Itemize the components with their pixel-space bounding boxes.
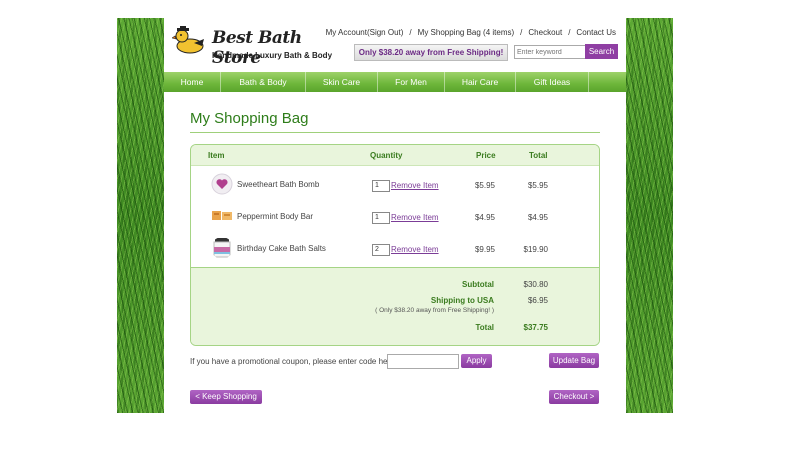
remove-item-link[interactable]: Remove Item (391, 181, 439, 190)
free-shipping-banner: Only $38.20 away from Free Shipping! (354, 44, 508, 61)
shipping-note: ( Only $38.20 away from Free Shipping! ) (375, 307, 494, 314)
column-header-price: Price (476, 151, 496, 160)
nav-item-bath-body[interactable]: Bath & Body (221, 72, 306, 92)
table-row: Peppermint Body Bar 1 Remove Item $4.95 … (191, 202, 599, 234)
column-header-total: Total (529, 151, 548, 160)
store-page: Best Bath Store Handmade Luxury Bath & B… (164, 18, 626, 413)
unit-price: $5.95 (474, 181, 495, 190)
page-title: My Shopping Bag (190, 110, 309, 127)
nav-item-home[interactable]: Home (164, 72, 221, 92)
column-header-quantity: Quantity (370, 151, 403, 160)
unit-price: $9.95 (474, 245, 495, 254)
remove-item-link[interactable]: Remove Item (391, 213, 439, 222)
remove-item-link[interactable]: Remove Item (391, 245, 439, 254)
product-name: Birthday Cake Bath Salts (237, 244, 326, 253)
shipping-label: Shipping to USA (430, 296, 494, 305)
shopping-bag-table: Item Quantity Price Total Sweetheart Bat… (190, 144, 600, 346)
coupon-code-input[interactable] (387, 354, 459, 369)
quantity-input[interactable]: 1 (372, 212, 390, 224)
quantity-input[interactable]: 2 (372, 244, 390, 256)
shipping-value: $6.95 (527, 296, 548, 305)
column-header-item: Item (208, 151, 225, 160)
table-row: Sweetheart Bath Bomb 1 Remove Item $5.95… (191, 170, 599, 202)
shopping-bag-link[interactable]: My Shopping Bag (4 items) (418, 28, 515, 37)
order-total-value: $37.75 (523, 323, 548, 332)
line-total: $5.95 (527, 181, 548, 190)
line-total: $19.90 (523, 245, 548, 254)
order-summary: Subtotal $30.80 Shipping to USA $6.95 ( … (191, 267, 599, 345)
sign-out-link[interactable]: (Sign Out) (367, 28, 403, 37)
apply-coupon-button[interactable]: Apply (461, 354, 492, 368)
store-logo[interactable]: Best Bath Store Handmade Luxury Bath & B… (172, 24, 342, 70)
link-separator: / (568, 28, 571, 37)
update-bag-button[interactable]: Update Bag (549, 353, 599, 368)
subtotal-value: $30.80 (523, 280, 548, 289)
line-total: $4.95 (527, 213, 548, 222)
title-divider (190, 132, 600, 133)
contact-us-link[interactable]: Contact Us (576, 28, 616, 37)
bath-salts-jar-icon (213, 238, 231, 258)
bath-bomb-icon (211, 173, 233, 195)
quantity-input[interactable]: 1 (372, 180, 390, 192)
store-brand-name: Best Bath Store (212, 28, 302, 68)
total-label: Total (475, 323, 494, 332)
store-tagline: Handmade Luxury Bath & Body (212, 51, 333, 60)
nav-item-for-men[interactable]: For Men (378, 72, 445, 92)
main-nav: Home Bath & Body Skin Care For Men Hair … (164, 72, 626, 92)
grass-background-left (117, 18, 164, 413)
nav-item-hair-care[interactable]: Hair Care (445, 72, 516, 92)
keep-shopping-button[interactable]: < Keep Shopping (190, 390, 262, 404)
grass-background-right (626, 18, 673, 413)
nav-item-gift-ideas[interactable]: Gift Ideas (516, 72, 589, 92)
checkout-link[interactable]: Checkout (528, 28, 562, 37)
soap-bar-icon (212, 211, 232, 220)
search-input[interactable] (514, 45, 586, 59)
product-name: Sweetheart Bath Bomb (237, 180, 320, 189)
duck-logo-icon (172, 26, 204, 54)
coupon-label: If you have a promotional coupon, please… (190, 357, 397, 366)
my-account-link[interactable]: My Account (326, 28, 367, 37)
checkout-button[interactable]: Checkout > (549, 390, 599, 404)
table-header: Item Quantity Price Total (191, 145, 599, 166)
link-separator: / (409, 28, 412, 37)
product-name: Peppermint Body Bar (237, 212, 314, 221)
link-separator: / (520, 28, 523, 37)
top-links: My Account(Sign Out) / My Shopping Bag (4 … (326, 28, 616, 37)
subtotal-label: Subtotal (462, 280, 494, 289)
nav-item-skin-care[interactable]: Skin Care (306, 72, 378, 92)
table-row: Birthday Cake Bath Salts 2 Remove Item $… (191, 234, 599, 266)
unit-price: $4.95 (474, 213, 495, 222)
search-button[interactable]: Search (585, 44, 618, 59)
